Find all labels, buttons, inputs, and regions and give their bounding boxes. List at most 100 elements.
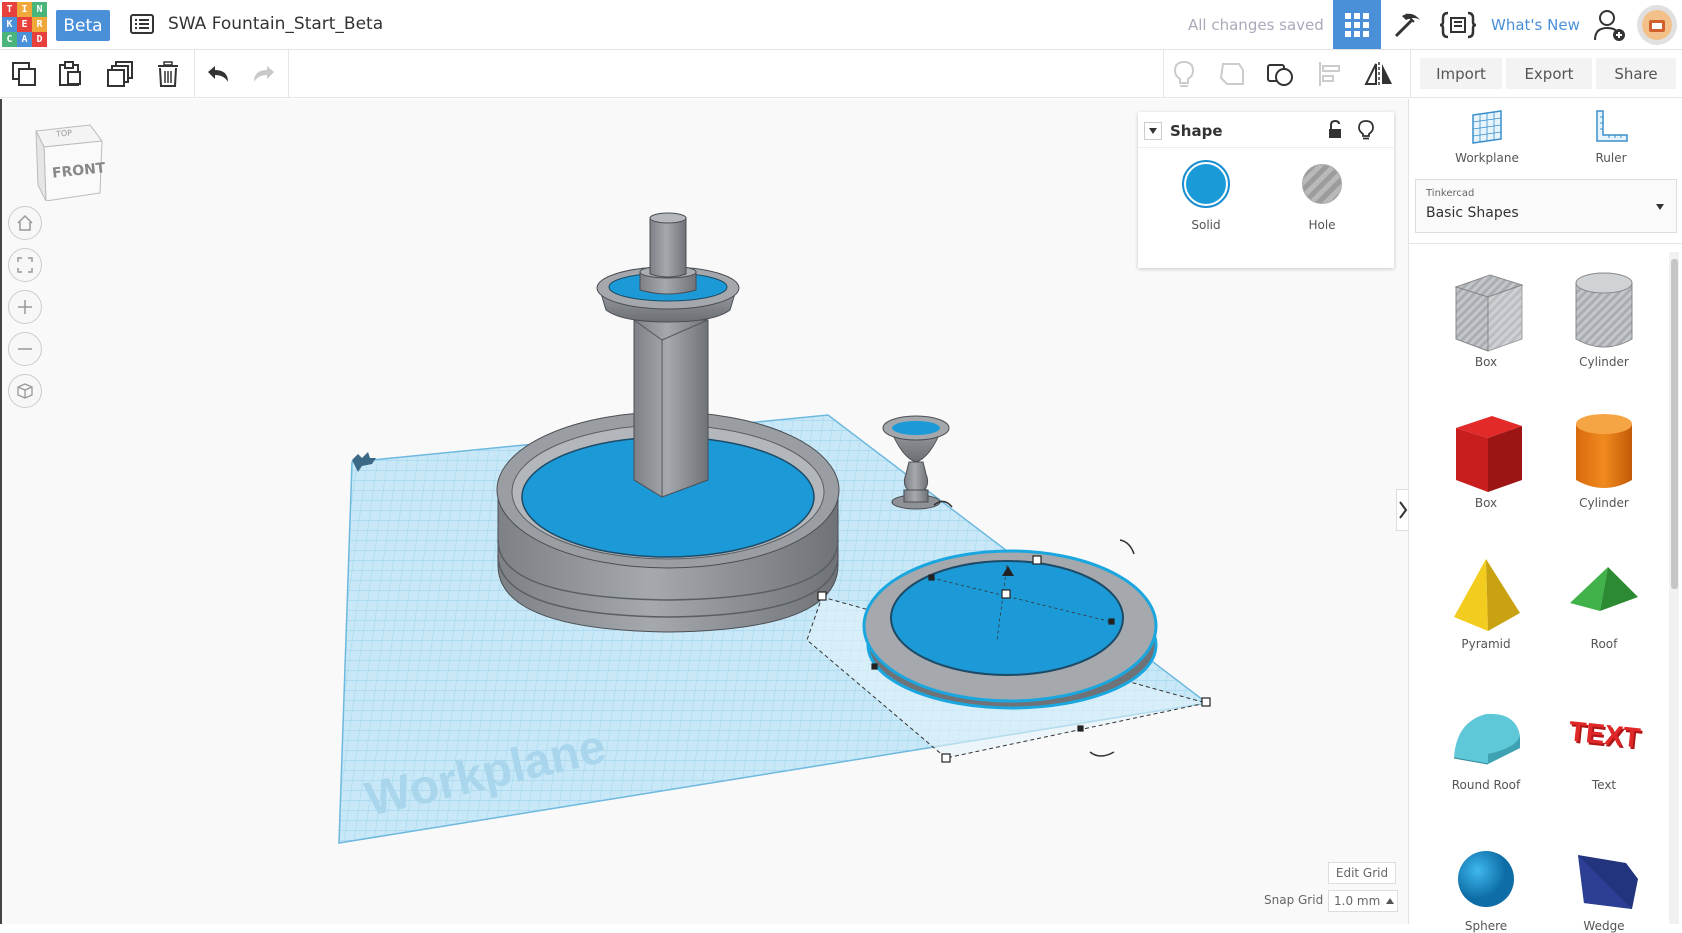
undo-button[interactable] [202,58,234,90]
codeblocks-button[interactable] [1434,0,1482,49]
beta-badge[interactable]: Beta [56,10,110,41]
inspector-collapse-button[interactable] [1144,122,1162,140]
export-button[interactable]: Export [1506,58,1592,89]
wedge-icon [1578,855,1638,909]
solid-option-button[interactable] [1182,160,1230,208]
ruler-tool-button[interactable]: Ruler [1573,109,1649,165]
paste-icon [59,61,81,86]
add-user-icon [1594,9,1625,41]
shape-sphere[interactable]: Sphere [1427,833,1545,933]
shape-text[interactable]: TEXT TEXT Text [1545,692,1663,792]
inspector-title: Shape [1170,122,1223,140]
library-caption: Tinkercad [1426,188,1475,199]
code-blocks-icon [1440,11,1476,38]
ungroup-button[interactable] [1264,58,1296,90]
avatar[interactable] [1634,0,1680,49]
logo-letter: A [17,32,32,47]
show-all-button[interactable] [1168,58,1200,90]
workplane-tool-label: Workplane [1455,151,1519,165]
group-button[interactable] [1216,58,1248,90]
rotate-handle-icon[interactable] [1089,751,1115,757]
shape-label: Box [1474,355,1498,369]
shapes-scrollbar-thumb[interactable] [1671,259,1678,589]
edit-toolbar: Import Export Share [0,50,1682,98]
redo-button[interactable] [248,58,280,90]
undo-icon [208,66,228,82]
rotate-handle-icon[interactable] [1119,539,1135,555]
blocks-button[interactable] [1384,0,1432,49]
shape-cylinder-striped[interactable]: Cylinder [1545,269,1663,369]
roof-icon [1570,567,1638,611]
shape-box-red[interactable]: Box [1427,410,1545,510]
toolbar-divider [1410,50,1411,98]
edit-grid-button[interactable]: Edit Grid [1328,862,1396,884]
shape-cylinder-orange[interactable]: Cylinder [1545,410,1663,510]
share-button[interactable]: Share [1596,58,1676,89]
snap-grid-select[interactable]: 1.0 mm [1328,890,1398,912]
view-cube-top-label: TOP [55,128,73,139]
pyramid-icon [1454,559,1520,631]
hole-option-button[interactable] [1302,164,1342,204]
panel-divider [1409,243,1682,244]
caret-down-icon [1149,128,1157,134]
view-cube[interactable]: TOP FRONT [32,123,106,202]
lightbulb-icon [1358,120,1374,140]
duplicate-button[interactable] [104,58,136,90]
delete-button[interactable] [152,58,184,90]
plus-icon [18,300,32,314]
paste-button[interactable] [54,58,86,90]
shape-pyramid[interactable]: Pyramid [1427,551,1545,651]
snap-grid-label: Snap Grid [1264,893,1324,907]
caret-up-icon [1386,898,1395,904]
fit-view-button[interactable] [8,248,42,282]
ruler-icon [1596,110,1628,142]
home-view-button[interactable] [8,206,42,240]
shape-label: Wedge [1583,919,1625,933]
shape-label: Cylinder [1579,355,1629,369]
shapes-panel: Workplane Ruler Tinkercad Basic Shapes B… [1408,99,1682,933]
shape-round-roof[interactable]: Round Roof [1427,692,1545,792]
logo-letter: R [32,17,47,32]
mirror-button[interactable] [1363,58,1395,90]
shape-label: Text [1591,778,1617,792]
align-button[interactable] [1314,58,1346,90]
tinkercad-logo[interactable]: T I N K E R C A D [2,2,47,47]
zoom-out-button[interactable] [8,332,42,366]
logo-letter: C [2,32,17,47]
ungroup-icon [1267,64,1293,86]
toolbar-divider [194,50,195,98]
top-bar: T I N K E R C A D Beta SWA Fountain_Star… [0,0,1682,50]
view-3d-button[interactable] [1333,0,1381,49]
trash-icon [158,61,178,87]
fountain-column[interactable] [633,319,709,498]
mirror-icon [1364,62,1392,86]
lock-button[interactable] [1326,119,1344,144]
whats-new-link[interactable]: What's New [1491,16,1580,34]
workplane-tool-button[interactable]: Workplane [1449,109,1525,165]
shape-label: Roof [1590,637,1618,651]
document-title[interactable]: SWA Fountain_Start_Beta [168,14,383,34]
copy-button[interactable] [8,58,40,90]
grid-view-icon [1345,12,1369,37]
shape-wedge[interactable]: Wedge [1545,833,1663,933]
minus-icon [18,348,32,350]
upper-fountain-bowl[interactable] [596,212,740,323]
lightbulb-icon [1173,60,1195,87]
shape-box-striped[interactable]: Box [1427,269,1545,369]
design-list-icon[interactable] [130,14,154,34]
logo-letter: I [17,2,32,17]
library-value: Basic Shapes [1426,205,1519,221]
sphere-icon [1458,851,1514,907]
perspective-button[interactable] [8,374,42,408]
zoom-in-button[interactable] [8,290,42,324]
home-icon [17,214,33,231]
shape-library-select[interactable]: Tinkercad Basic Shapes [1415,179,1677,233]
shape-label: Round Roof [1451,778,1521,792]
shape-roof[interactable]: Roof [1545,551,1663,651]
toolbar-divider [1163,50,1164,98]
add-user-button[interactable] [1588,0,1632,49]
import-button[interactable]: Import [1420,58,1502,89]
visibility-button[interactable] [1358,120,1374,144]
shape-inspector: Shape Solid Hole [1138,112,1394,268]
copy-icon [12,62,36,86]
